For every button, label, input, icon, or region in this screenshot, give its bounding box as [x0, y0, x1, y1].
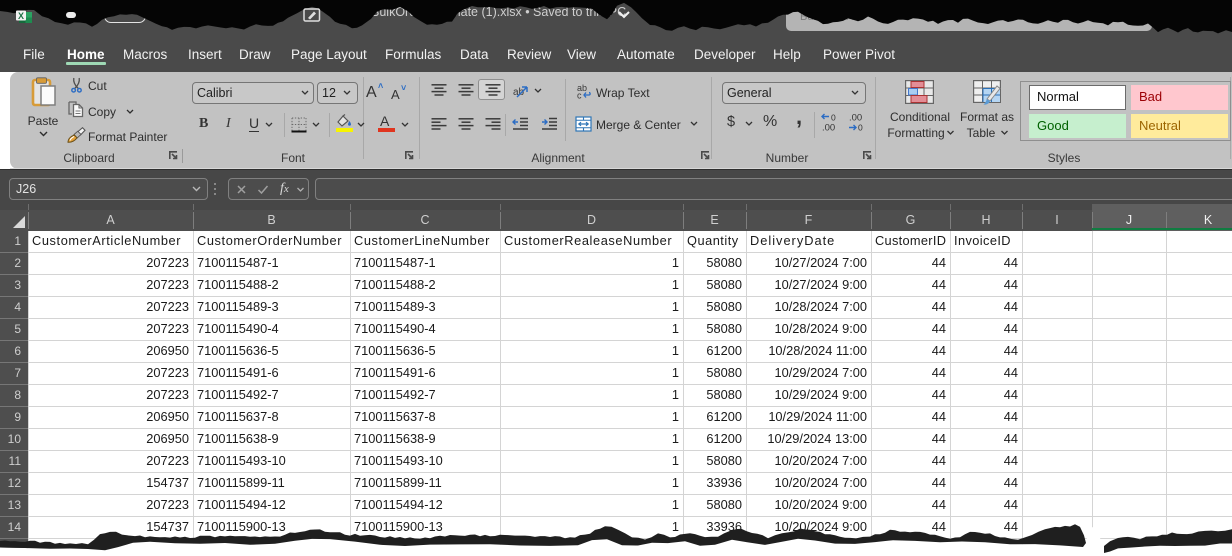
svg-text:X: X [18, 11, 24, 21]
svg-text:0: 0 [858, 123, 863, 133]
svg-text:c: c [577, 91, 582, 100]
svg-text:0: 0 [831, 113, 836, 123]
svg-text:.00: .00 [822, 123, 835, 134]
svg-text:ab: ab [513, 87, 525, 98]
